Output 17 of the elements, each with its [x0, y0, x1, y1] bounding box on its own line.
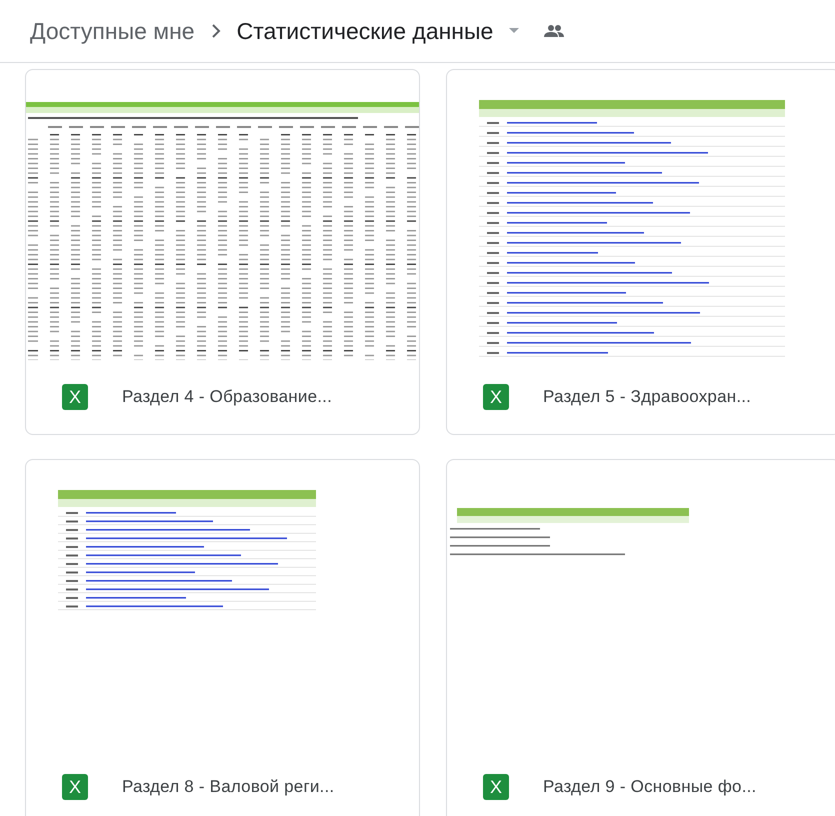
file-card[interactable]: X Раздел 4 - Образование...	[25, 69, 420, 435]
file-name: Раздел 5 - Здравоохран...	[543, 387, 752, 407]
file-name: Раздел 4 - Образование...	[122, 387, 332, 407]
file-card[interactable]: X Раздел 9 - Основные фо...	[446, 459, 835, 816]
file-name: Раздел 9 - Основные фо...	[543, 777, 756, 797]
file-card[interactable]: X Раздел 5 - Здравоохран...	[446, 69, 835, 435]
dropdown-arrow-icon[interactable]	[509, 28, 520, 34]
spreadsheet-icon: X	[483, 384, 509, 410]
breadcrumb-item[interactable]: Доступные мне	[28, 14, 197, 48]
file-card[interactable]: X Раздел 8 - Валовой реги...	[25, 459, 420, 816]
spreadsheet-icon: X	[483, 774, 509, 800]
file-name: Раздел 8 - Валовой реги...	[122, 777, 334, 797]
spreadsheet-icon: X	[62, 774, 88, 800]
breadcrumb-item[interactable]: Статистические данные	[234, 14, 496, 48]
chevron-right-icon	[210, 23, 221, 39]
people-icon[interactable]	[543, 24, 566, 38]
spreadsheet-icon: X	[62, 384, 88, 410]
